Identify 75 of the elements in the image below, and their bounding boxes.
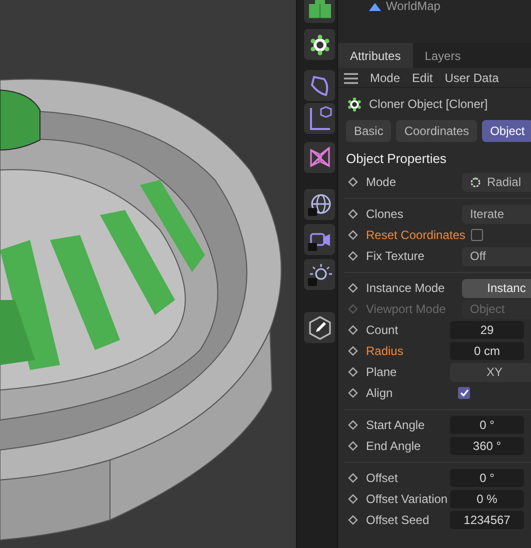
panel-tab[interactable]: Layers (412, 43, 473, 68)
property-label: Fix Texture (366, 248, 426, 265)
object-title: Cloner Object [Cloner] (369, 96, 488, 113)
instance-mode-button[interactable]: Instanc (462, 278, 531, 298)
keyframe-icon[interactable] (348, 473, 358, 483)
section-title: Object Properties (345, 150, 448, 168)
keyframe-icon[interactable] (348, 230, 358, 240)
globe-tool-button[interactable] (304, 189, 335, 220)
property-label: Plane (366, 364, 398, 381)
keyframe-icon[interactable] (348, 283, 358, 293)
property-label: Mode (366, 174, 398, 191)
number-field[interactable]: 0 ° (450, 416, 524, 434)
globe-icon (308, 192, 332, 216)
dropdown[interactable]: Iterate (462, 204, 531, 224)
panel-tab[interactable]: Attributes (338, 43, 413, 68)
section-tab[interactable]: Coordinates (396, 120, 478, 142)
section-tab[interactable]: Object (482, 120, 531, 142)
keyframe-icon[interactable] (348, 346, 358, 356)
menu-icon[interactable] (344, 72, 358, 84)
property-label: Offset Variation (366, 491, 449, 508)
checkbox[interactable] (458, 387, 470, 399)
checkbox[interactable] (471, 229, 484, 241)
deformer-tool-button[interactable] (304, 142, 335, 173)
section-tab[interactable]: Basic (346, 120, 392, 142)
dropdown[interactable]: Radial (462, 172, 531, 192)
property-label: Start Angle (366, 417, 426, 434)
dropdown-value: Radial (487, 174, 522, 191)
spline-icon (310, 74, 330, 96)
property-label: Offset Seed (366, 512, 430, 529)
axis-icon (308, 106, 332, 132)
camera-tool-button[interactable] (304, 224, 335, 255)
keyframe-icon[interactable] (348, 325, 358, 335)
keyframe-icon[interactable] (348, 251, 358, 261)
menu-item[interactable]: User Data (444, 68, 499, 86)
property-label: Radius (366, 343, 404, 360)
light-tool-button[interactable] (304, 259, 335, 290)
property-label: Viewport Mode (366, 301, 447, 318)
cloner-icon (347, 96, 362, 112)
property-label: Offset (366, 470, 399, 487)
spline-tool-button[interactable] (304, 70, 335, 101)
keyframe-icon[interactable] (348, 177, 358, 187)
keyframe-icon[interactable] (348, 367, 358, 377)
cube-icon (308, 0, 330, 20)
keyframe-icon[interactable] (348, 388, 358, 398)
number-field[interactable]: 0 % (450, 490, 524, 508)
cube-tool-button[interactable] (304, 0, 335, 23)
gear-icon (308, 34, 330, 56)
property-label: End Angle (366, 438, 422, 455)
property-label: Count (366, 322, 400, 339)
menu-item[interactable]: Mode (370, 68, 400, 86)
dropdown[interactable]: XY (450, 362, 531, 382)
dropdown[interactable]: Off (462, 246, 531, 266)
object-icon (368, 2, 382, 11)
deformer-icon (308, 146, 330, 170)
property-label: Instance Mode (366, 280, 446, 297)
property-label: Clones (366, 206, 404, 223)
menu-item[interactable]: Edit (412, 68, 433, 86)
edit-icon (308, 316, 332, 340)
keyframe-icon[interactable] (348, 515, 358, 525)
keyframe-icon[interactable] (348, 209, 358, 219)
light-icon (308, 262, 332, 286)
keyframe-icon[interactable] (348, 494, 358, 504)
keyframe-icon[interactable] (348, 420, 358, 430)
number-field[interactable]: 0 cm (450, 342, 524, 360)
keyframe-icon[interactable] (348, 441, 358, 451)
property-label: Reset Coordinates (366, 227, 466, 244)
edit-tool-button[interactable] (304, 312, 335, 343)
number-field[interactable]: 360 ° (450, 437, 524, 455)
number-field[interactable]: 29 (450, 321, 524, 339)
property-label: Align (366, 385, 394, 402)
number-field[interactable]: 0 ° (450, 469, 524, 487)
axis-tool-button[interactable] (304, 103, 335, 134)
gear-tool-button[interactable] (304, 29, 335, 60)
number-field[interactable]: 1234567 (450, 511, 524, 529)
object-name[interactable]: WorldMap (386, 0, 440, 15)
